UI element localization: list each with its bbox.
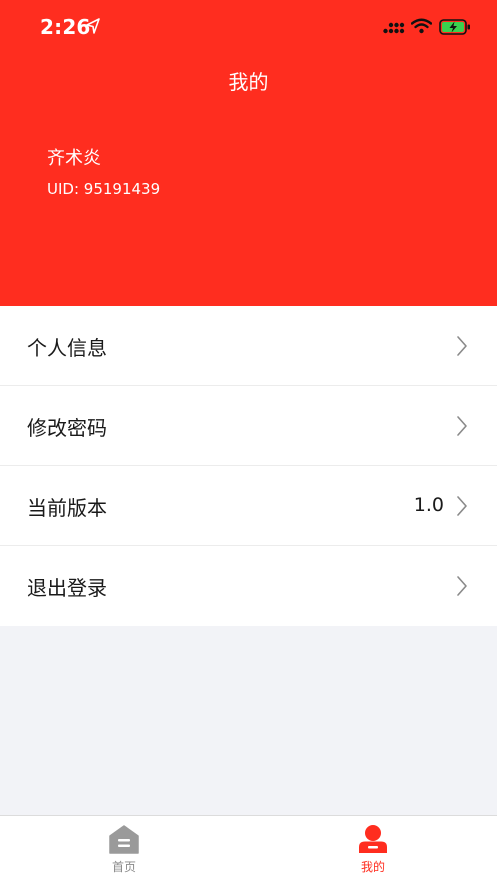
chevron-right-icon [457,576,467,596]
tab-label: 我的 [360,860,385,874]
settings-menu: 个人信息 修改密码 当前版本 1.0 退出登录 [0,306,497,626]
tab-mine[interactable]: 我的 [249,816,497,883]
wifi-icon [411,18,432,34]
menu-item-label: 个人信息 [27,336,107,360]
status-time: 2:26 [40,15,91,39]
profile-screen: 2:26 我的 齐术炎 UID: 95191439 个人信息 修改密码 当前版本… [0,0,497,883]
chevron-right-icon [457,496,467,516]
chevron-right-icon [457,416,467,436]
menu-item-logout[interactable]: 退出登录 [0,546,497,626]
version-value: 1.0 [413,494,444,516]
profile-header: 2:26 我的 齐术炎 UID: 95191439 [0,0,497,306]
menu-item-current-version[interactable]: 当前版本 1.0 [0,466,497,546]
tab-bar: 首页 我的 [0,815,497,883]
menu-item-label: 退出登录 [27,576,107,600]
signal-icon [383,22,405,34]
profile-icon [359,825,387,853]
tab-label: 首页 [111,860,136,874]
tab-home[interactable]: 首页 [0,816,248,883]
user-name: 齐术炎 [47,148,101,169]
menu-item-label: 修改密码 [27,416,107,440]
location-arrow-icon [86,18,100,34]
menu-item-label: 当前版本 [27,496,107,520]
user-uid: UID: 95191439 [47,180,161,198]
home-icon [109,825,139,854]
menu-item-change-password[interactable]: 修改密码 [0,386,497,466]
menu-item-personal-info[interactable]: 个人信息 [0,306,497,386]
chevron-right-icon [457,336,467,356]
battery-charging-icon [439,19,470,35]
status-bar: 2:26 [0,0,497,54]
page-title: 我的 [228,70,269,94]
